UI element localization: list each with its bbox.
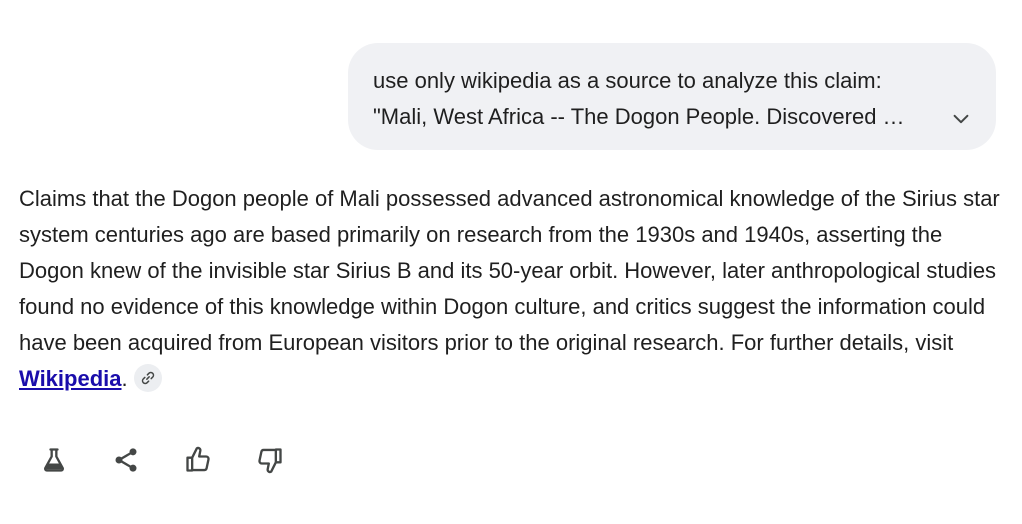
- response-trailing: .: [121, 366, 128, 391]
- user-message-line-2: "Mali, West Africa -- The Dogon People. …: [373, 104, 905, 129]
- response-actions: [36, 442, 288, 478]
- response-text: Claims that the Dogon people of Mali pos…: [19, 181, 1009, 397]
- chevron-down-icon: [953, 114, 969, 124]
- share-icon: [115, 448, 137, 472]
- thumbs-down-icon: [258, 448, 282, 474]
- expand-message-button[interactable]: [946, 104, 976, 134]
- share-button[interactable]: [108, 442, 144, 478]
- user-message-line-1: use only wikipedia as a source to analyz…: [373, 68, 882, 93]
- source-link-button[interactable]: [133, 364, 162, 393]
- flask-icon: [44, 448, 64, 472]
- wikipedia-link[interactable]: Wikipedia: [19, 366, 122, 391]
- thumbs-up-button[interactable]: [180, 442, 216, 478]
- thumbs-down-button[interactable]: [252, 442, 288, 478]
- link-icon: [141, 371, 154, 385]
- response-body: Claims that the Dogon people of Mali pos…: [19, 186, 1000, 355]
- flask-button[interactable]: [36, 442, 72, 478]
- user-message-bubble: use only wikipedia as a source to analyz…: [348, 43, 996, 150]
- thumbs-up-icon: [186, 446, 210, 472]
